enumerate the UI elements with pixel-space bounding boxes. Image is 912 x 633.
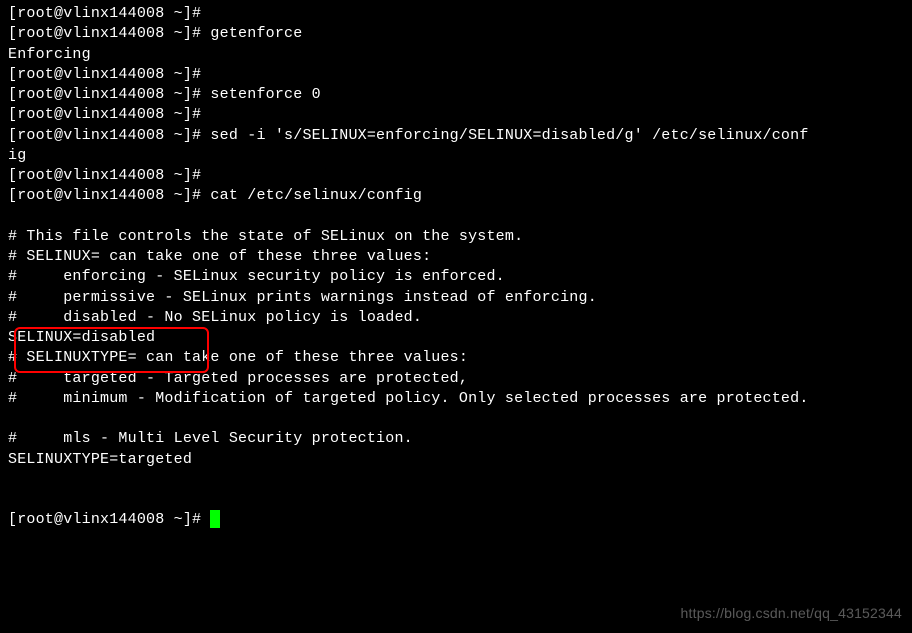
terminal-line: # SELINUXTYPE= can take one of these thr… — [8, 348, 904, 368]
watermark-text: https://blog.csdn.net/qq_43152344 — [681, 604, 902, 623]
terminal-line: # minimum - Modification of targeted pol… — [8, 389, 904, 409]
terminal-line: [root@vlinx144008 ~]# cat /etc/selinux/c… — [8, 186, 904, 206]
terminal-line — [8, 490, 904, 510]
terminal-line: # targeted - Targeted processes are prot… — [8, 369, 904, 389]
terminal-line: [root@vlinx144008 ~]# setenforce 0 — [8, 85, 904, 105]
terminal-line: # mls - Multi Level Security protection. — [8, 429, 904, 449]
terminal-line: [root@vlinx144008 ~]# — [8, 4, 904, 24]
terminal-line: Enforcing — [8, 45, 904, 65]
terminal-line — [8, 207, 904, 227]
terminal-line: SELINUXTYPE=targeted — [8, 450, 904, 470]
terminal-line: [root@vlinx144008 ~]# — [8, 510, 904, 530]
cursor-icon — [210, 510, 220, 528]
terminal-line: [root@vlinx144008 ~]# — [8, 105, 904, 125]
terminal-line: SELINUX=disabled — [8, 328, 904, 348]
terminal-line: # enforcing - SELinux security policy is… — [8, 267, 904, 287]
terminal-line — [8, 409, 904, 429]
terminal-line: # permissive - SELinux prints warnings i… — [8, 288, 904, 308]
terminal-line: # SELINUX= can take one of these three v… — [8, 247, 904, 267]
terminal-output[interactable]: [root@vlinx144008 ~]# [root@vlinx144008 … — [8, 4, 904, 531]
terminal-line: [root@vlinx144008 ~]# getenforce — [8, 24, 904, 44]
terminal-line: ig — [8, 146, 904, 166]
terminal-line: # This file controls the state of SELinu… — [8, 227, 904, 247]
terminal-line: # disabled - No SELinux policy is loaded… — [8, 308, 904, 328]
terminal-line: [root@vlinx144008 ~]# sed -i 's/SELINUX=… — [8, 126, 904, 146]
terminal-line: [root@vlinx144008 ~]# — [8, 166, 904, 186]
terminal-line — [8, 470, 904, 490]
terminal-line: [root@vlinx144008 ~]# — [8, 65, 904, 85]
